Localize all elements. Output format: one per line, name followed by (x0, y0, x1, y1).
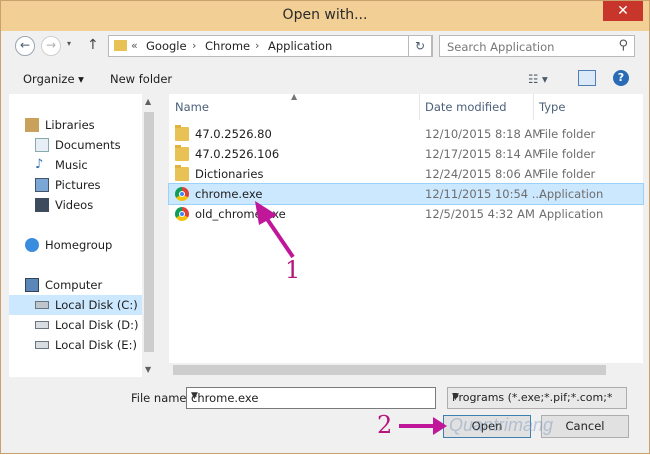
annotation-arrow-2 (399, 417, 447, 435)
open-with-dialog: Open with... ✕ ← → ▾ ↑ « Google › Chrome… (0, 0, 650, 454)
annotation-overlay (255, 201, 447, 435)
annotation-label-1: 1 (285, 256, 301, 284)
watermark: Quantrimang (449, 415, 554, 435)
annotation-label-2: 2 (377, 411, 393, 439)
annotation-arrow-1 (255, 201, 295, 259)
